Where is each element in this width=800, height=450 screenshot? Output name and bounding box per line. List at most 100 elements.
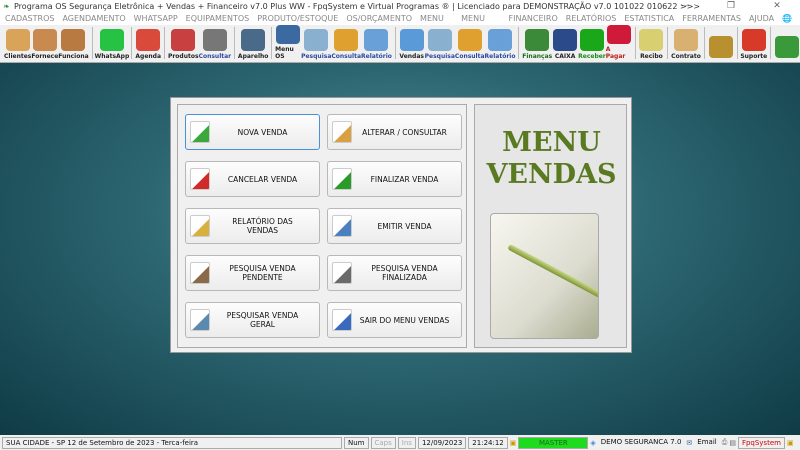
edit-pencil-icon — [332, 121, 352, 143]
pen-document-image — [490, 213, 599, 339]
button-label: PESQUISA VENDA FINALIZADA — [371, 264, 438, 282]
printer-icon[interactable]: ⎙ — [722, 438, 728, 447]
toolbar-button-agenda[interactable]: Agenda — [135, 25, 161, 62]
menu-agendamento[interactable]: AGENDAMENTO — [62, 13, 125, 25]
button-pesquisa-venda-finalizada[interactable]: PESQUISA VENDA FINALIZADA — [327, 255, 462, 291]
toolbar-button-a-pagar[interactable]: A Pagar — [606, 25, 632, 62]
toolbar-button-receber[interactable]: Receber — [578, 25, 606, 62]
toolbar-button-relat-rio[interactable]: Relatório — [484, 25, 516, 62]
toolbar-label: Relatório — [484, 53, 516, 60]
menu-whatsapp[interactable]: WHATSAPP — [134, 13, 178, 25]
toolbar-button-consulta[interactable]: Consulta — [455, 25, 485, 62]
menu-equipamentos[interactable]: EQUIPAMENTOS — [186, 13, 250, 25]
menu-estatistica[interactable]: ESTATISTICA — [624, 13, 674, 25]
toolbar-button-menu-os[interactable]: Menu OS — [275, 25, 301, 62]
printer-icon — [190, 215, 210, 237]
status-brand[interactable]: FpqSystem — [737, 436, 785, 449]
toolbar-label: Menu OS — [275, 46, 294, 60]
toolbar-button-finan-as[interactable]: Finanças — [522, 25, 552, 62]
status-caps: Caps — [370, 436, 396, 449]
toolbar-button-vendas[interactable]: Vendas — [399, 25, 425, 62]
status-ins: Ins — [397, 436, 416, 449]
button-pesquisa-venda-pendente[interactable]: PESQUISA VENDA PENDENTE — [185, 255, 320, 291]
toolbar-button-whatsapp[interactable]: WhatsApp — [95, 25, 129, 62]
toolbar-button-contrato[interactable]: Contrato — [671, 25, 701, 62]
close-button[interactable]: ✕ — [754, 0, 800, 13]
toolbar-label: Produtos — [167, 53, 199, 60]
toolbar-label: Consulta — [454, 53, 485, 60]
menu-cadastros[interactable]: CADASTROS — [5, 13, 54, 25]
button-label: SAIR DO MENU VENDAS — [359, 315, 450, 325]
sales-menu-banner: MENU VENDAS — [474, 104, 627, 348]
menu-financeiro[interactable]: FINANCEIRO — [509, 13, 558, 25]
toolbar-button-suporte[interactable]: Suporte — [740, 25, 767, 62]
status-bar: SUA CIDADE - SP 12 de Setembro de 2023 -… — [0, 435, 800, 450]
button-alterar-consultar[interactable]: ALTERAR / CONSULTAR — [327, 114, 462, 150]
menu-ajuda[interactable]: AJUDA — [749, 13, 774, 25]
menu-os-or-amento[interactable]: OS/ORÇAMENTO — [346, 13, 412, 25]
toolbar-separator — [164, 27, 165, 59]
button-pesquisar-venda-geral[interactable]: PESQUISAR VENDA GERAL — [185, 302, 320, 338]
restore-button[interactable]: ❐ — [708, 0, 754, 13]
button-label: RELATÓRIO DAS VENDAS — [232, 217, 293, 235]
toolbar-label: Contrato — [671, 53, 701, 60]
menu-menu-compras[interactable]: MENU COMPRAS — [461, 13, 500, 35]
toolbar-button-relat-rio[interactable]: Relatório — [361, 25, 392, 62]
button-finalizar-venda[interactable]: FINALIZAR VENDA — [327, 161, 462, 197]
toolbar-label: Consulta — [331, 53, 361, 60]
menu-relat-rios[interactable]: RELATÓRIOS — [566, 13, 617, 25]
toolbar-separator — [234, 27, 235, 59]
menu-bar: CADASTROS AGENDAMENTO WHATSAPP EQUIPAMENTOS… — [0, 13, 800, 35]
toolbar-button-produtos[interactable]: Produtos — [168, 25, 199, 62]
check-icon — [332, 168, 352, 190]
cashbook-icon — [553, 29, 578, 51]
toolbar-button-clientes[interactable]: Clientes — [4, 25, 31, 62]
toolbar-button-funciona[interactable]: Funciona — [58, 25, 89, 62]
search-general-icon — [190, 309, 210, 331]
title-bar: ❧ Programa OS Segurança Eletrônica + Ven… — [0, 0, 800, 13]
toolbar-separator — [703, 27, 705, 59]
toolbar-button-fornece[interactable]: Fornece — [31, 25, 58, 62]
clients-icon — [5, 29, 30, 51]
monitor-icon[interactable]: ▤ — [729, 439, 736, 447]
button-cancelar-venda[interactable]: CANCELAR VENDA — [185, 161, 320, 197]
version-icon: ◈ — [590, 438, 596, 447]
printer-icon — [364, 29, 389, 51]
contract-icon — [674, 29, 698, 51]
products-icon — [171, 29, 196, 51]
barcode-icon — [202, 29, 227, 51]
button-nova-venda[interactable]: NOVA VENDA — [185, 114, 320, 150]
button-sair-do-menu-vendas[interactable]: SAIR DO MENU VENDAS — [327, 302, 462, 338]
toolbar-button-aparelho[interactable]: Aparelho — [238, 25, 268, 62]
toolbar-label: Aparelho — [237, 53, 269, 60]
toolbar-separator — [770, 27, 772, 59]
status-time: 21:24:12 — [468, 436, 508, 449]
folder-icon — [334, 29, 359, 51]
button-relatorio-das-vendas[interactable]: RELATÓRIO DAS VENDAS — [185, 208, 320, 244]
app-logo-icon: ❧ — [3, 2, 10, 11]
toolbar-button-consulta[interactable]: Consulta — [331, 25, 361, 62]
toolbar-label: Clientes — [4, 53, 32, 60]
toolbar-button-consultar[interactable]: Consultar — [199, 25, 231, 62]
toolbar-label: CAIXA — [554, 53, 576, 60]
email-icon[interactable]: ✉ — [686, 439, 692, 447]
menu-ferramentas[interactable]: FERRAMENTAS — [682, 13, 741, 25]
toolbar-label: Pesquisa — [301, 53, 332, 60]
toolbar-button-coin[interactable] — [708, 25, 734, 62]
menu-menu-vendas[interactable]: MENU VENDAS — [420, 13, 453, 35]
toolbar-button-pesquisa[interactable]: Pesquisa — [301, 25, 331, 62]
toolbar-button-caixa[interactable]: CAIXA — [552, 25, 578, 62]
button-label: CANCELAR VENDA — [227, 174, 298, 184]
toolbar-button-exit[interactable] — [774, 25, 800, 62]
menu-produto-estoque[interactable]: PRODUTO/ESTOQUE — [257, 13, 338, 25]
toolbar-button-pesquisa[interactable]: Pesquisa — [425, 25, 455, 62]
minimize-button[interactable]: — — [662, 0, 708, 13]
support-icon — [741, 29, 766, 51]
button-emitir-venda[interactable]: EMITIR VENDA — [327, 208, 462, 244]
notebook-icon[interactable]: ▣ — [787, 439, 794, 447]
folder-icon — [457, 29, 482, 51]
status-email[interactable]: Email — [694, 436, 720, 449]
coin-icon — [708, 36, 733, 58]
toolbar-button-recibo[interactable]: Recibo — [638, 25, 664, 62]
user-icon: ▣ — [509, 438, 517, 447]
